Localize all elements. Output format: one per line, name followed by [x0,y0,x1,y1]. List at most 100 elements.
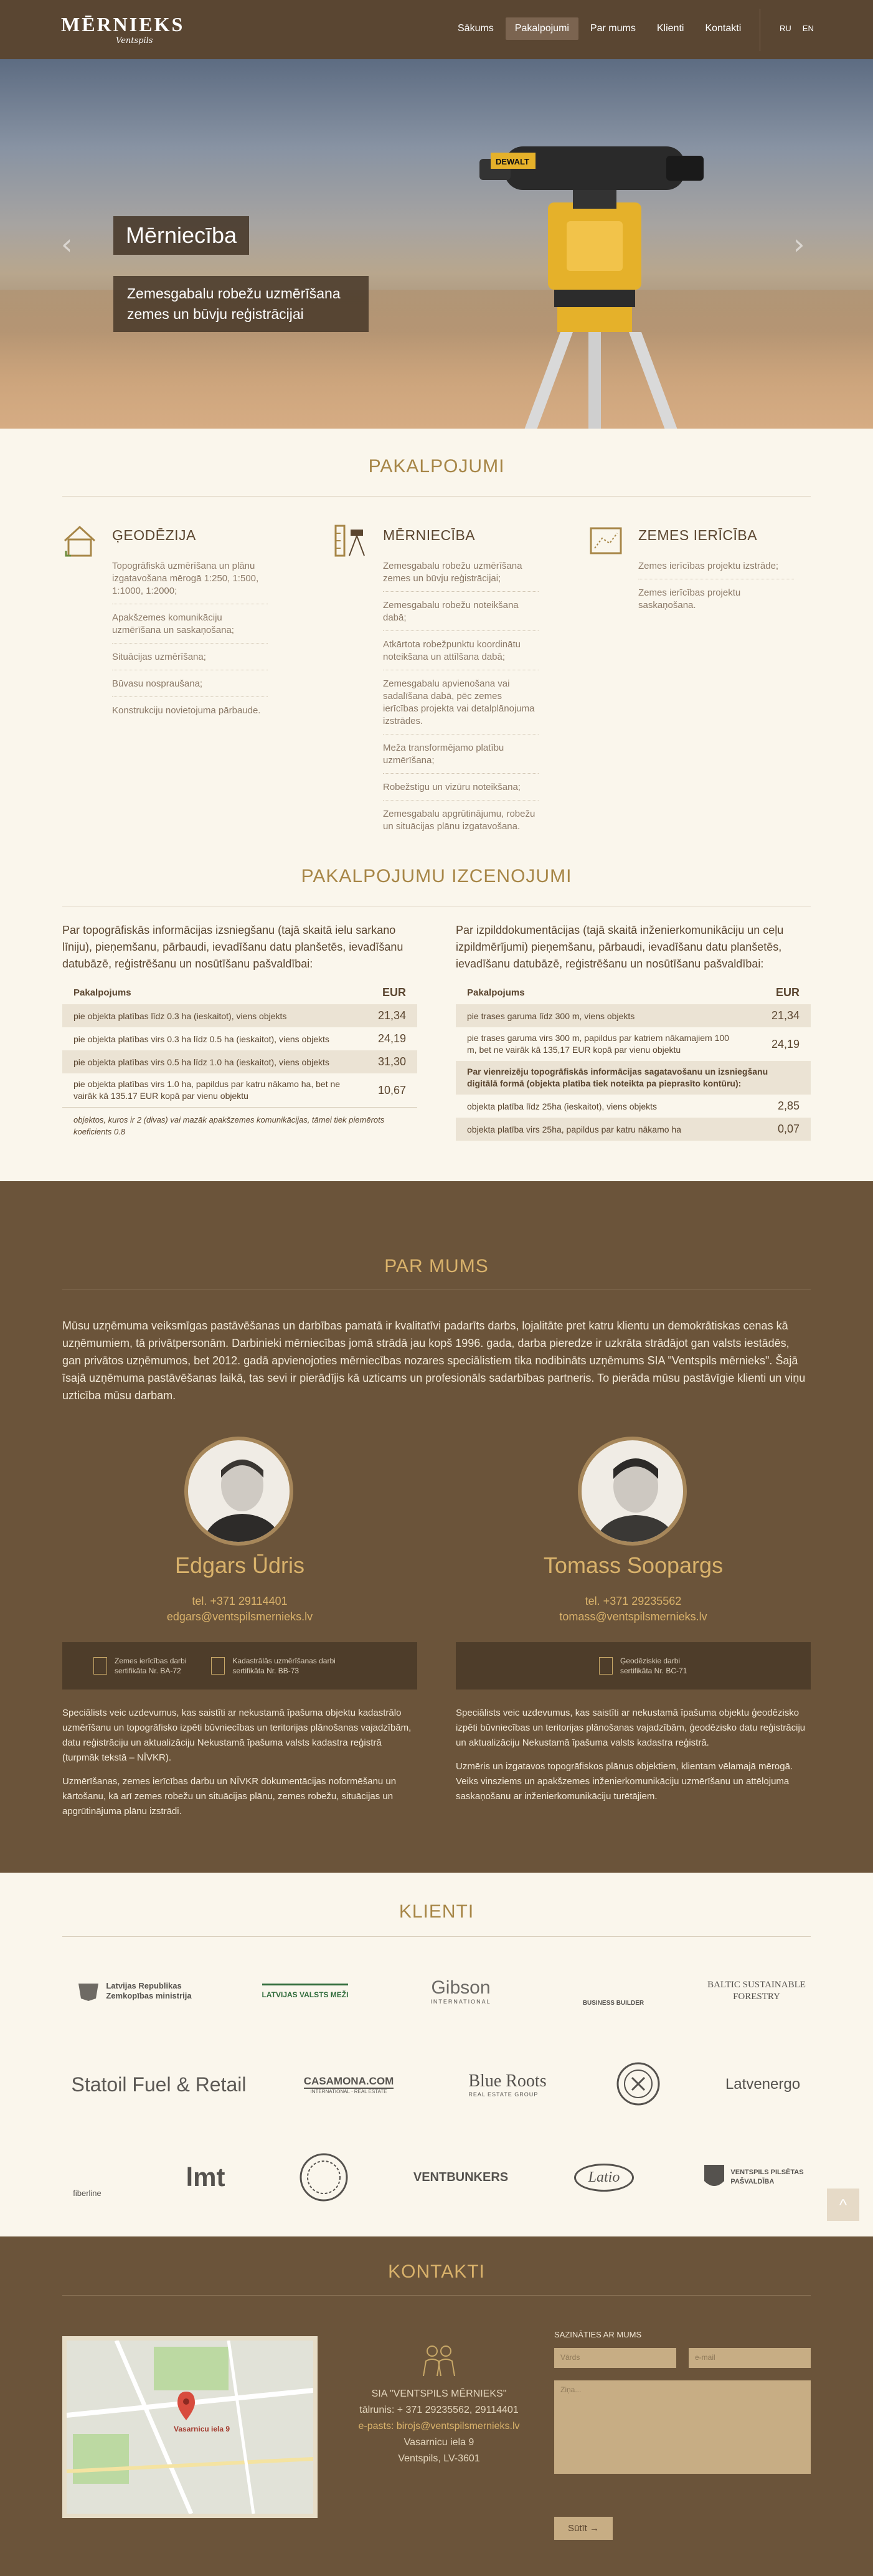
table-row: pie trases garuma virs 300 m, papildus p… [456,1027,811,1061]
client-logo-latio[interactable]: Latio [567,2149,641,2205]
service-land-planning: ZEMES IERĪCĪBA Zemes ierīcības projektu … [588,523,794,625]
pricing-documentation: Par izpilddokumentācijas (tajā skaitā in… [456,922,811,1141]
company-email[interactable]: e-pasts: birojs@ventspilsmernieks.lv [330,2418,548,2435]
person-email[interactable]: edgars@ventspilsmernieks.lv [62,1609,417,1625]
client-logo-ventbunkers[interactable]: VENTBUNKERS [399,2149,523,2205]
row-price: 2,85 [777,1100,800,1112]
nav-item-clients[interactable]: Klienti [648,17,694,40]
client-logo-text: lmt [186,2162,225,2192]
client-logo-casamona[interactable]: CASAMONA.COM INTERNATIONAL · REAL ESTATE [293,2062,405,2107]
nav-item-services[interactable]: Pakalpojumi [505,17,578,40]
message-field[interactable]: Ziņa... [554,2380,811,2474]
table-row: objekta platība virs 25ha, papildus par … [456,1118,811,1141]
client-logo-blue-roots[interactable]: Blue Roots REAL ESTATE GROUP [448,2062,567,2107]
land-plan-icon [590,527,622,554]
nav-item-about[interactable]: Par mums [581,17,645,40]
person-name: Tomass Soopargs [543,1552,724,1578]
chevron-right-icon[interactable]: › [793,227,805,261]
table-header: Pakalpojums EUR [62,981,417,1004]
client-logo-text: BUSINESS BUILDER [582,1999,644,2007]
client-logo-seal[interactable] [293,2149,355,2205]
company-city: Ventspils, LV-3601 [398,2453,480,2464]
person-photo [595,1458,677,1542]
instrument-brand: DEWALT [496,157,529,166]
client-logo-business-builder[interactable]: BUSINESS BUILDER [573,1969,654,2013]
person-phone[interactable]: tel. +371 29114401 [62,1594,417,1609]
person-photo [202,1459,283,1542]
nav-item-contacts[interactable]: Kontakti [696,17,750,40]
about-section: PAR MUMS Mūsu uzņēmuma veiksmīgas pastāv… [0,1181,873,1873]
client-logo-text: INTERNATIONAL · REAL ESTATE [310,2088,387,2094]
lang-ru[interactable]: RU [780,24,791,33]
row-price: 0,07 [777,1123,800,1135]
person-contact: tel. +371 29114401 edgars@ventspilsmerni… [62,1594,417,1625]
client-logo-text: FORESTRY [733,1992,780,2002]
column-eur: EUR [382,986,406,999]
pricing-intro: Par topogrāfiskās informācijas izsniegša… [62,924,403,970]
crest-emblem-icon [616,2062,660,2106]
service-item: Atkārtota robežpunktu koordinātu noteikš… [383,639,539,670]
table-row: pie objekta platības virs 0.5 ha līdz 1.… [62,1050,417,1073]
submit-button[interactable]: Sūtīt → [554,2517,613,2540]
map-graphic: Vasarnicu iela 9 [67,2341,313,2514]
logo[interactable]: MĒRNIEKS Ventspils [61,14,182,46]
column-service: Pakalpojums [467,987,525,998]
language-switch: RU EN [780,24,814,33]
person-desc-2: Uzmēris un izgatavos topogrāfiskos plānu… [456,1761,793,1802]
location-map[interactable]: Vasarnicu iela 9 [62,2336,318,2518]
service-item: Zemes ierīcības projektu izstrāde; [638,560,794,579]
company-phone[interactable]: tālrunis: + 371 29235562, 29114401 [330,2402,548,2418]
cert-title: Kadastrālās uzmērīšanas darbi [232,1656,336,1665]
client-logo-ventspils[interactable]: VENTSPILS PILSĒTAS PAŠVALDĪBA [691,2149,816,2205]
cert-number: sertifikāta Nr. BB-73 [232,1666,300,1675]
table-header: Pakalpojums EUR [456,981,811,1004]
service-item: Topogrāfiskā uzmērīšana un plānu izgatav… [112,560,268,604]
row-label: objekta platība virs 25ha, papildus par … [467,1124,681,1134]
person-desc-1: Speciālists veic uzdevumus, kas saistīti… [456,1708,806,1748]
client-logo-lmt[interactable]: lmt [156,2149,255,2205]
email-field[interactable]: e-mail [689,2348,811,2368]
client-logo-latvenergo[interactable]: Latvenergo [710,2062,816,2107]
client-logo-zm[interactable]: Latvijas Republikas Zemkopības ministrija [62,1969,205,2013]
scroll-to-top-button[interactable]: ^ [827,2189,859,2221]
service-item: Zemesgabalu robežu uzmērīšana zemes un b… [383,560,539,592]
nav-item-home[interactable]: Sākums [448,17,503,40]
divider [62,496,811,497]
person-phone[interactable]: tel. +371 29235562 [456,1594,811,1609]
service-item: Būvasu nospraušana; [112,678,268,697]
row-label: pie trases garuma virs 300 m, papildus p… [467,1033,729,1055]
client-logo-fiberline[interactable]: fiberline [62,2149,112,2205]
round-seal-icon [300,2153,348,2202]
people-icon [423,2345,455,2377]
client-logo-crest[interactable] [607,2056,669,2112]
row-price: 10,67 [377,1083,406,1096]
client-logo-lvm[interactable]: LATVIJAS VALSTS MEŽI [246,1969,364,2013]
client-logo-statoil[interactable]: Statoil Fuel & Retail [62,2062,255,2107]
name-field[interactable]: Vārds [554,2348,676,2368]
about-title: PAR MUMS [384,1256,489,1276]
client-logo-gibson[interactable]: Gibson INTERNATIONAL [405,1969,517,2013]
service-item: Zemesgabalu robežu noteikšana dabā; [383,599,539,631]
survey-instrument-image: DEWALT [479,146,704,429]
row-label: pie objekta platības virs 0.5 ha līdz 1.… [73,1057,329,1067]
logo-subtitle: Ventspils [116,36,153,45]
row-price: 21,34 [771,1009,800,1022]
client-logo-text: VENTSPILS PILSĒTAS [730,2169,804,2176]
chevron-left-icon[interactable]: ‹ [61,227,72,261]
pricing-note: objektos, kuros ir 2 (divas) vai mazāk a… [62,1107,417,1144]
hero-title: Mērniecība [113,216,250,255]
service-item: Konstrukciju novietojuma pārbaude. [112,705,261,716]
service-item: Zemesgabalu apvienošana vai sadalīšana d… [383,678,539,734]
certificates: Zemes ierīcības darbi sertifikāta Nr. BA-… [62,1642,417,1690]
person-desc-2: Uzmērīšanas, zemes ierīcības darbu un NĪ… [62,1776,397,1817]
table-row: objekta platība līdz 25ha (ieskaitot), v… [456,1095,811,1118]
person-email[interactable]: tomass@ventspilsmernieks.lv [456,1609,811,1625]
row-price: 24,19 [771,1037,800,1050]
lang-en[interactable]: EN [803,24,814,33]
hero-subtitle: Zemesgabalu robežu uzmērīšana zemes un b… [113,276,369,332]
client-logo-bsf[interactable]: BALTIC SUSTAINABLE FORESTRY [697,1969,816,2013]
row-price: 24,19 [377,1032,406,1045]
client-logo-text: fiberline [73,2188,101,2198]
pricing-topography: Par topogrāfiskās informācijas izsniegša… [62,922,417,1144]
client-logo-text: Latvenergo [725,2076,801,2093]
